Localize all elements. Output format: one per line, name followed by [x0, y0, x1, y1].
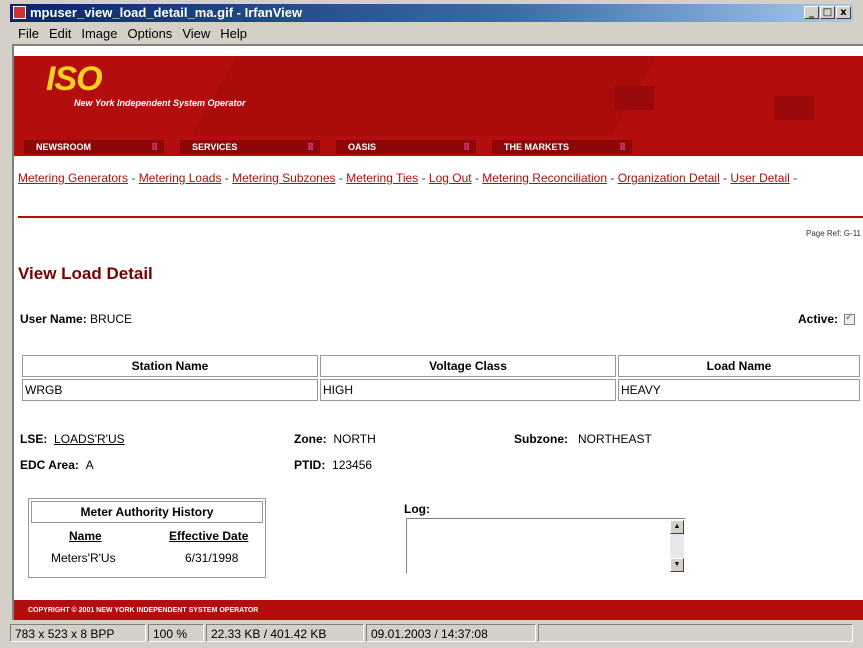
menu-help[interactable]: Help	[220, 26, 247, 41]
nav-newsroom[interactable]: NEWSROOM ⠿	[24, 140, 164, 154]
log-scrollbar[interactable]: ▲ ▼	[670, 520, 684, 572]
subzone-value: NORTHEAST	[578, 432, 652, 446]
iso-logo: ISO	[46, 60, 103, 98]
zone-field: Zone: NORTH	[294, 432, 376, 446]
lse-field: LSE: LOADS'R'US	[20, 432, 125, 446]
col-station-name: Station Name	[22, 355, 318, 377]
menu-file[interactable]: File	[18, 26, 39, 41]
nav-oasis-label: OASIS	[348, 142, 377, 152]
scroll-down-icon[interactable]: ▼	[670, 558, 684, 572]
ptid-label: PTID:	[294, 458, 326, 472]
active-row: Active:	[798, 312, 855, 326]
subzone-field: Subzone: NORTHEAST	[514, 432, 652, 446]
link-log-out[interactable]: Log Out	[429, 171, 472, 185]
page-ref: Page Ref: G-11	[806, 229, 861, 238]
divider	[18, 216, 863, 218]
maximize-button[interactable]: □	[820, 6, 835, 19]
active-label: Active:	[797, 312, 838, 326]
load-table: Station Name Voltage Class Load Name WRG…	[20, 353, 862, 403]
link-organization-detail[interactable]: Organization Detail	[618, 171, 720, 185]
edc-field: EDC Area: A	[20, 458, 94, 472]
menu-image[interactable]: Image	[81, 26, 117, 41]
close-button[interactable]: x	[836, 6, 851, 19]
mah-col-effective-date: Effective Date	[169, 529, 249, 543]
log-label: Log:	[404, 502, 430, 516]
link-metering-ties[interactable]: Metering Ties	[346, 171, 418, 185]
ptid-field: PTID: 123456	[294, 458, 372, 472]
nav-the-markets[interactable]: THE MARKETS ⠿	[492, 140, 632, 154]
window-controls: _ □ x	[804, 6, 851, 19]
status-empty	[538, 624, 853, 642]
user-name-label: User Name:	[20, 312, 87, 326]
subzone-label: Subzone:	[514, 432, 568, 446]
status-zoom: 100 %	[148, 624, 204, 642]
zone-value: NORTH	[333, 432, 376, 446]
cell-load-name: HEAVY	[618, 379, 860, 401]
user-name-value: BRUCE	[90, 312, 133, 326]
link-metering-loads[interactable]: Metering Loads	[139, 171, 222, 185]
link-metering-reconciliation[interactable]: Metering Reconciliation	[482, 171, 607, 185]
nav-newsroom-label: NEWSROOM	[36, 142, 91, 152]
status-dimensions: 783 x 523 x 8 BPP	[10, 624, 146, 642]
mah-col-name: Name	[69, 529, 102, 543]
edc-value: A	[85, 458, 94, 472]
active-checkbox[interactable]	[844, 312, 855, 325]
mah-title: Meter Authority History	[31, 501, 263, 523]
ptid-value: 123456	[332, 458, 373, 472]
site-header: ISO New York Independent System Operator…	[14, 56, 863, 156]
nav-services-label: SERVICES	[192, 142, 238, 152]
menu-view[interactable]: View	[182, 26, 210, 41]
table-row: WRGB HIGH HEAVY	[22, 379, 860, 401]
link-metering-generators[interactable]: Metering Generators	[18, 171, 128, 185]
scroll-up-icon[interactable]: ▲	[670, 520, 684, 534]
copyright-text: COPYRIGHT © 2001 NEW YORK INDEPENDENT SY…	[28, 607, 259, 614]
user-name-row: User Name: BRUCE	[20, 312, 132, 326]
lse-link[interactable]: LOADS'R'US	[54, 432, 125, 446]
mah-cell-name: Meters'R'Us	[51, 551, 116, 565]
logo-subtitle: New York Independent System Operator	[74, 98, 246, 108]
col-voltage-class: Voltage Class	[320, 355, 616, 377]
site-footer: COPYRIGHT © 2001 NEW YORK INDEPENDENT SY…	[14, 600, 863, 620]
log-textarea[interactable]: ▲ ▼	[406, 518, 686, 574]
minimize-button[interactable]: _	[804, 6, 819, 19]
nav-services[interactable]: SERVICES ⠿	[180, 140, 320, 154]
meter-authority-history: Meter Authority History Name Effective D…	[28, 498, 266, 578]
col-load-name: Load Name	[618, 355, 860, 377]
link-user-detail[interactable]: User Detail	[730, 171, 789, 185]
cell-station-name: WRGB	[22, 379, 318, 401]
title-bar: mpuser_view_load_detail_ma.gif - IrfanVi…	[10, 4, 853, 22]
status-bar: 783 x 523 x 8 BPP 100 % 22.33 KB / 401.4…	[10, 624, 853, 644]
link-metering-subzones[interactable]: Metering Subzones	[232, 171, 335, 185]
status-filesize: 22.33 KB / 401.42 KB	[206, 624, 364, 642]
status-datetime: 09.01.2003 / 14:37:08	[366, 624, 536, 642]
mah-cell-date: 6/31/1998	[185, 551, 239, 565]
cell-voltage-class: HIGH	[320, 379, 616, 401]
zone-label: Zone:	[294, 432, 327, 446]
image-canvas: ISO New York Independent System Operator…	[12, 44, 863, 620]
window-title: mpuser_view_load_detail_ma.gif - IrfanVi…	[30, 5, 303, 20]
nav-oasis[interactable]: OASIS ⠿	[336, 140, 476, 154]
nav-the-markets-label: THE MARKETS	[504, 142, 569, 152]
edc-label: EDC Area:	[20, 458, 79, 472]
menu-edit[interactable]: Edit	[49, 26, 71, 41]
lse-label: LSE:	[20, 432, 48, 446]
page-title: View Load Detail	[18, 264, 153, 283]
menu-options[interactable]: Options	[128, 26, 173, 41]
menu-bar: File Edit Image Options View Help	[10, 22, 853, 44]
irfanview-app-icon[interactable]	[13, 6, 26, 19]
sub-nav-links: Metering Generators - Metering Loads - M…	[18, 171, 798, 185]
